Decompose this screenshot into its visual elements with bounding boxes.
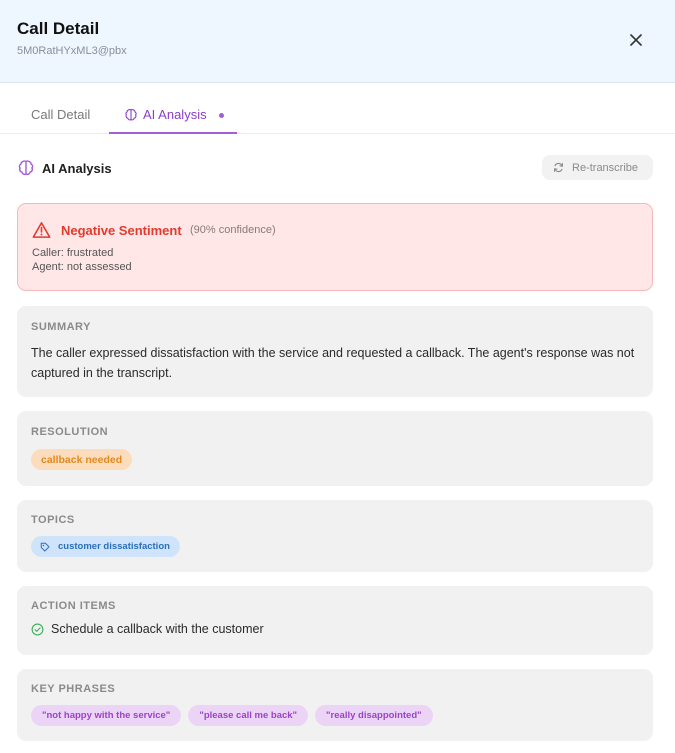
resolution-badge: callback needed xyxy=(31,449,133,470)
topics-heading: TOPICS xyxy=(31,514,75,526)
dialog-header: Call Detail 5M0RatHYxML3@pbx xyxy=(0,0,675,83)
key-phrase-tag: "please call me back" xyxy=(188,705,309,726)
summary-text: The caller expressed dissatisfaction wit… xyxy=(31,346,635,380)
topic-tag: customer dissatisfaction xyxy=(31,536,180,557)
warning-icon xyxy=(32,222,51,238)
tab-ai-analysis-label: AI Analysis xyxy=(143,107,207,122)
sentiment-confidence: (90% confidence) xyxy=(190,224,276,236)
action-item: Schedule a callback with the customer xyxy=(31,622,264,636)
key-phrase-tag: "really disappointed" xyxy=(315,705,433,726)
summary-heading: SUMMARY xyxy=(31,321,91,333)
refresh-icon xyxy=(553,162,564,173)
agent-sentiment: Agent: not assessed xyxy=(32,261,132,273)
close-icon xyxy=(630,34,642,46)
resolution-card: RESOLUTION callback needed xyxy=(17,411,653,486)
section-title: AI Analysis xyxy=(42,161,112,176)
action-items-heading: ACTION ITEMS xyxy=(31,600,116,612)
brain-icon xyxy=(125,109,137,121)
topic-label: customer dissatisfaction xyxy=(58,541,170,552)
active-dot xyxy=(218,113,224,118)
key-phrase-tag: "not happy with the service" xyxy=(31,705,182,726)
key-phrase-list: "not happy with the service" "please cal… xyxy=(31,705,433,726)
key-phrases-card: KEY PHRASES "not happy with the service"… xyxy=(17,669,653,741)
key-phrases-heading: KEY PHRASES xyxy=(31,683,116,695)
topics-card: TOPICS customer dissatisfaction xyxy=(17,500,653,572)
sentiment-card: Negative Sentiment (90% confidence) Call… xyxy=(17,203,653,291)
sentiment-title: Negative Sentiment xyxy=(61,223,182,238)
call-id: 5M0RatHYxML3@pbx xyxy=(17,45,127,57)
action-item-text: Schedule a callback with the customer xyxy=(51,622,264,636)
ai-analysis-header: AI Analysis Re-transcribe xyxy=(17,155,657,180)
check-circle-icon xyxy=(31,623,44,635)
retranscribe-button[interactable]: Re-transcribe xyxy=(542,155,653,180)
tag-icon xyxy=(40,542,50,551)
retranscribe-label: Re-transcribe xyxy=(572,161,639,174)
summary-card: SUMMARY The caller expressed dissatisfac… xyxy=(17,306,653,397)
resolution-heading: RESOLUTION xyxy=(31,426,109,438)
close-button[interactable] xyxy=(622,26,650,54)
caller-sentiment: Caller: frustrated xyxy=(32,247,114,259)
action-items-card: ACTION ITEMS Schedule a callback with th… xyxy=(17,586,653,655)
tab-ai-analysis[interactable]: AI Analysis xyxy=(109,96,237,134)
tab-call-detail[interactable]: Call Detail xyxy=(31,96,90,134)
dialog-title: Call Detail xyxy=(17,19,100,38)
brain-icon xyxy=(18,160,34,176)
tab-bar: Call Detail AI Analysis xyxy=(0,96,675,134)
